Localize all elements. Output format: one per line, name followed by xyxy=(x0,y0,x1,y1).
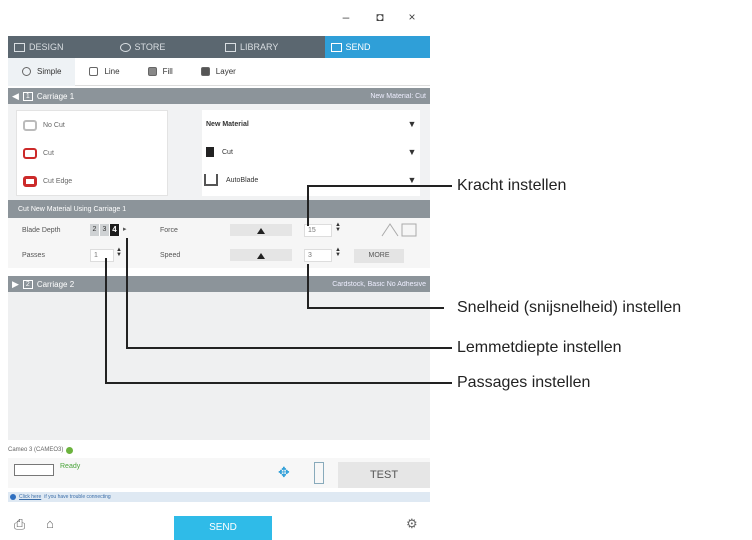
passes-callout-line xyxy=(105,258,452,384)
depth-callout-line xyxy=(126,238,452,349)
speed-callout: Snelheid (snijsnelheid) instellen xyxy=(457,299,682,316)
passes-callout: Passages instellen xyxy=(457,374,591,391)
force-callout: Kracht instellen xyxy=(457,177,567,194)
force-callout-line xyxy=(307,185,452,226)
callout-lines xyxy=(105,185,452,384)
speed-callout-line xyxy=(307,264,444,309)
depth-callout: Lemmetdiepte instellen xyxy=(457,339,622,356)
